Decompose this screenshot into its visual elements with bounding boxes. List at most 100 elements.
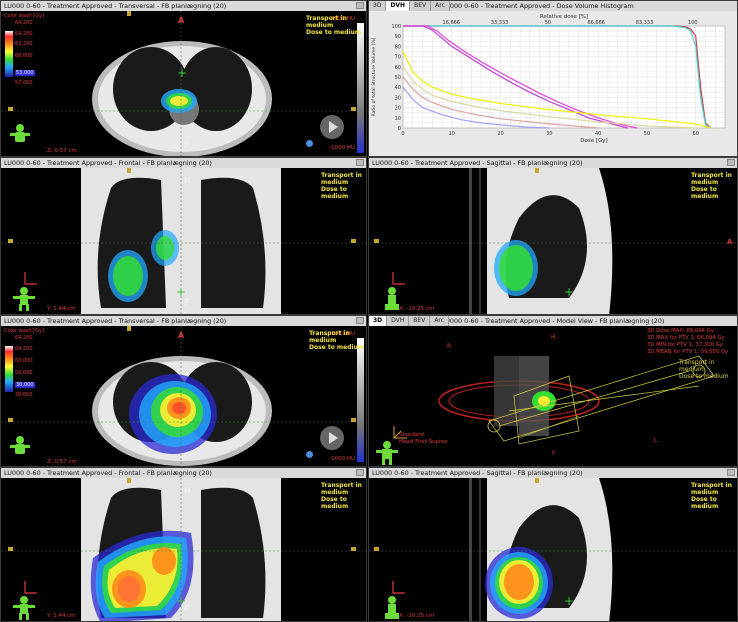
stat-ptv-max: 3D MAX for PTV 1: 66,094 Gy	[647, 335, 725, 341]
view-tabs: 3D DVH BEV Arc	[369, 316, 450, 326]
orientation-feet: F	[552, 450, 556, 457]
y-tick-label: 20	[395, 106, 401, 112]
svg-text:+: +	[564, 594, 574, 608]
colorbar-label: 64,200	[15, 31, 33, 37]
colorbar-label: 63,200	[15, 41, 33, 47]
orientation-anterior: A	[178, 16, 185, 25]
ct-image-sagittal: +	[369, 478, 737, 621]
hu-min-label: -1000 HU	[329, 456, 355, 462]
x-tick-label: 0	[401, 131, 404, 137]
dvh-chart[interactable]: Relative dose [%]16,666 33,333 50 66,666 83,…	[369, 11, 738, 157]
viewport-transversal-bottom[interactable]: LU000 0-60 - Treatment Approved - Transv…	[0, 315, 367, 467]
colorbar-label: 60,000	[15, 358, 33, 364]
orientation-posterior: P	[184, 141, 190, 150]
x-tick-label: 60	[693, 131, 699, 137]
top-tick-label: 66,666	[587, 20, 605, 26]
top-tick-label: 100	[688, 20, 698, 26]
maximize-button[interactable]	[356, 2, 364, 9]
tab-arc[interactable]: Arc	[430, 316, 450, 326]
slice-coordinate: Y: 1.44 cm	[47, 306, 76, 312]
patient-orientation-icon	[385, 596, 399, 619]
maximize-button[interactable]	[356, 469, 364, 476]
colorbar-label: 30,000	[15, 392, 33, 398]
patient-orientation-icon	[13, 287, 35, 311]
orientation-feet: F	[184, 298, 190, 307]
overlay-text: medium	[321, 179, 349, 186]
maximize-button[interactable]	[356, 317, 364, 324]
viewport-frontal-bottom[interactable]: LU000 0-60 - Treatment Approved - Fronta…	[0, 467, 367, 622]
tab-arc[interactable]: Arc	[431, 1, 450, 11]
colorbar-label: 53,000	[15, 70, 35, 76]
top-tick-label: 50	[545, 20, 551, 26]
viewport-frontal-top[interactable]: LU000 0-60 - Treatment Approved - Fronta…	[0, 157, 367, 315]
orientation-head: H	[551, 334, 556, 341]
hu-colorbar	[357, 23, 364, 153]
maximize-button[interactable]	[356, 159, 364, 166]
patient-orientation-icon	[10, 436, 30, 454]
dose-colorbar	[5, 31, 13, 77]
svg-text:+: +	[564, 285, 574, 299]
maximize-button[interactable]	[727, 159, 735, 166]
top-tick-label: 16,666	[443, 20, 461, 26]
top-tick-label: 83,333	[636, 20, 654, 26]
x-axis-label: Dose [Gy]	[580, 138, 607, 144]
y-tick-label: 80	[395, 44, 401, 50]
slice-coordinate: Y: 1.44 cm	[47, 613, 76, 619]
y-tick-label: 90	[395, 34, 401, 40]
play-icon	[329, 432, 338, 444]
tab-bev[interactable]: BEV	[410, 1, 432, 11]
y-tick-label: 10	[395, 116, 401, 122]
y-tick-label: 70	[395, 55, 401, 61]
viewport-title: LU000 0-60 - Treatment Approved - Transv…	[1, 1, 366, 11]
tab-3d[interactable]: 3D	[369, 1, 387, 11]
tab-dvh[interactable]: DVH	[387, 316, 410, 326]
overlay-text: medium	[309, 337, 337, 344]
stat-ptv-min: 3D MIN for PTV 1: 37,300 Gy	[647, 342, 723, 348]
viewport-sagittal-top[interactable]: LU000 0-60 - Treatment Approved - Sagitt…	[368, 157, 738, 315]
viewport-title: LU000 0-60 - Treatment Approved - Sagitt…	[369, 468, 737, 478]
colorbar-label: 50,000	[15, 370, 33, 376]
info-icon[interactable]	[306, 140, 313, 147]
overlay-text: Transport in	[309, 330, 350, 337]
tab-bev[interactable]: BEV	[409, 316, 431, 326]
tab-3d[interactable]: 3D	[369, 316, 388, 326]
overlay-text: Dose to medium	[691, 186, 719, 200]
orientation-anterior: A	[727, 238, 733, 246]
ct-image-sagittal: +	[369, 168, 737, 314]
viewport-title: LU000 0-60 - Treatment Approved - Model …	[439, 316, 737, 326]
patient-orientation-icon	[13, 596, 35, 620]
play-button[interactable]	[320, 426, 344, 450]
view-tabs: 3D DVH BEV Arc	[369, 1, 450, 11]
overlay-text: Dose to medium	[321, 186, 349, 200]
dose-colorbar	[5, 346, 13, 392]
tab-dvh[interactable]: DVH	[386, 1, 411, 11]
orientation-posterior: P	[184, 452, 190, 461]
y-tick-label: 40	[395, 85, 401, 91]
viewport-transversal-top[interactable]: LU000 0-60 - Treatment Approved - Transv…	[0, 0, 367, 157]
axis-indicator-icon	[24, 581, 37, 594]
overlay-text: medium	[691, 489, 719, 496]
colorwash-legend-title: Color wash [Gy]	[4, 13, 44, 19]
overlay-text: Dose to medium	[309, 344, 365, 351]
dvh-panel[interactable]: 3D DVH BEV Arc LU000 0-60 - Treatment Ap…	[368, 0, 738, 157]
info-icon[interactable]	[306, 451, 313, 458]
overlay-text: Dose to medium	[679, 373, 729, 380]
ct-image-frontal: +	[1, 478, 366, 621]
colorbar-label: 57,000	[15, 80, 33, 86]
maximize-button[interactable]	[727, 469, 735, 476]
colorbar-label: 64,200	[15, 335, 33, 341]
overlay-text: Dose to medium	[321, 496, 349, 510]
patient-orientation-icon	[10, 124, 30, 142]
model-view-panel[interactable]: 3D DVH BEV Arc LU000 0-60 - Treatment Ap…	[368, 315, 738, 467]
orientation-head: H	[184, 486, 191, 495]
overlay-text: Transport in	[321, 172, 362, 179]
axis-indicator-icon	[392, 581, 405, 594]
colorbar-label: 64,200	[15, 20, 33, 26]
viewport-sagittal-bottom[interactable]: LU000 0-60 - Treatment Approved - Sagitt…	[368, 467, 738, 622]
viewport-title: LU000 0-60 - Treatment Approved - Fronta…	[1, 468, 366, 478]
patient-orientation-icon	[385, 287, 399, 310]
patient-orientation-icon	[376, 441, 398, 465]
colorwash-legend-title: Color wash [Gy]	[4, 328, 44, 334]
y-tick-label: 100	[391, 24, 401, 30]
play-button[interactable]	[320, 115, 344, 139]
